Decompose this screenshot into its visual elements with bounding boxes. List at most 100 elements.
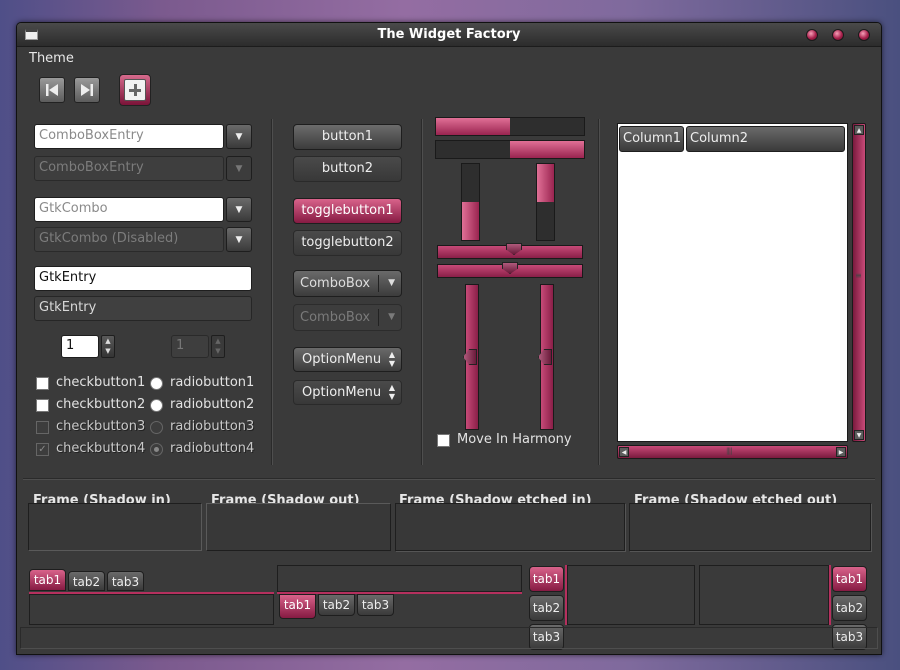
scroll-grip-icon: ≡ [855, 271, 862, 280]
notebook2-tab1[interactable]: tab1 [279, 594, 316, 619]
notebook1-tab2[interactable]: tab2 [68, 571, 105, 591]
slider-handle[interactable] [463, 349, 477, 365]
tree-view[interactable]: Column1 Column2 [617, 123, 848, 442]
scroll-down-icon[interactable]: ▼ [854, 430, 864, 440]
notebook4-tab2[interactable]: tab2 [832, 595, 867, 621]
move-in-harmony-checkbox[interactable] [437, 434, 450, 447]
notebook4-page [699, 565, 829, 625]
chevron-up-icon: ▲ [105, 336, 111, 345]
notebook1-tab3[interactable]: tab3 [107, 571, 144, 591]
spinbutton-input[interactable]: 1 [61, 335, 99, 358]
add-button[interactable] [119, 74, 151, 106]
column-header-2[interactable]: Column2 [686, 126, 845, 152]
notebook2-tab3[interactable]: tab3 [357, 594, 394, 616]
menu-theme[interactable]: Theme [29, 51, 74, 66]
progressbar-vertical-2 [536, 163, 555, 241]
vscale-2[interactable] [538, 284, 554, 430]
progressbar-horizontal-1 [435, 117, 585, 136]
radio-4-label: radiobutton4 [170, 441, 255, 456]
progress-fill [462, 202, 479, 240]
checkbox-4-disabled-checked: ✓ [36, 443, 49, 456]
scroll-right-icon[interactable]: ▶ [836, 447, 846, 457]
chevron-up-icon: ▲ [215, 336, 221, 345]
slider-handle[interactable] [538, 349, 552, 365]
skip-last-button[interactable] [74, 77, 100, 103]
combobox[interactable]: ComboBox ▼ [293, 270, 402, 297]
notebook1-page [29, 594, 274, 625]
radio-3-label: radiobutton3 [170, 419, 255, 434]
scroll-up-icon[interactable]: ▲ [854, 125, 864, 135]
separator [598, 119, 600, 465]
optionmenu-2[interactable]: OptionMenu ▲ ▼ [293, 380, 402, 405]
radio-1-label: radiobutton1 [170, 375, 255, 390]
comboboxentry-dropdown-button[interactable]: ▼ [226, 124, 252, 149]
togglebutton2[interactable]: togglebutton2 [293, 230, 402, 256]
comboboxentry-input[interactable]: ComboBoxEntry [34, 124, 224, 149]
frame-shadow-out [206, 503, 391, 551]
notebook1-tab1[interactable]: tab1 [29, 569, 66, 591]
notebook4-tab1[interactable]: tab1 [832, 566, 867, 592]
check-icon: ✓ [38, 444, 47, 455]
gtkentry-readonly-input[interactable]: GtkEntry [34, 296, 252, 321]
horizontal-scrollbar[interactable]: ◀ |||| ▶ [617, 445, 848, 459]
progress-fill [436, 118, 510, 135]
optionmenu[interactable]: OptionMenu ▲ ▼ [293, 347, 402, 372]
notebook3-page [567, 565, 695, 625]
column-header-1[interactable]: Column1 [619, 126, 684, 152]
close-button[interactable] [858, 29, 870, 41]
status-bar [20, 627, 878, 649]
skip-first-icon [46, 84, 58, 96]
vertical-scrollbar[interactable]: ▲ ≡ ▼ [852, 123, 866, 442]
button1[interactable]: button1 [293, 124, 402, 150]
title-bar[interactable]: The Widget Factory [17, 23, 881, 47]
gtkcombo-dropdown-button[interactable]: ▼ [226, 197, 252, 222]
separator [271, 119, 273, 465]
slider-handle[interactable] [506, 243, 522, 255]
minimize-button[interactable] [806, 29, 818, 41]
checkbox-2[interactable] [36, 399, 49, 412]
radio-2[interactable] [150, 399, 163, 412]
gtkcombo-disabled-dropdown: ▼ [226, 227, 252, 252]
combobox-value: ComboBox [300, 310, 371, 325]
spinbutton-arrows[interactable]: ▲ ▼ [101, 335, 115, 358]
combobox-divider [378, 309, 379, 326]
up-down-arrows-icon: ▲ ▼ [388, 383, 395, 401]
comboboxentry-disabled-dropdown: ▼ [226, 156, 252, 181]
spinbutton-disabled-input: 1 [171, 335, 209, 358]
chevron-down-icon: ▼ [105, 347, 111, 356]
frame-shadow-in [28, 503, 202, 551]
radio-1[interactable] [150, 377, 163, 390]
skip-first-button[interactable] [39, 77, 65, 103]
chevron-down-icon: ▼ [215, 347, 221, 356]
hscale-2[interactable] [437, 262, 583, 278]
hscale-1[interactable] [437, 243, 583, 259]
up-down-arrows-icon: ▲ ▼ [388, 350, 395, 368]
checkbox-4-label: checkbutton4 [56, 441, 146, 456]
combobox-divider [378, 275, 379, 292]
button2[interactable]: button2 [293, 156, 402, 182]
optionmenu-value: OptionMenu [302, 385, 382, 400]
gtkcombo-input[interactable]: GtkCombo [34, 197, 224, 222]
notebook2-page [277, 565, 522, 592]
combobox-disabled: ComboBox ▼ [293, 304, 402, 331]
gtkentry-input[interactable]: GtkEntry [34, 266, 252, 291]
checkbox-1[interactable] [36, 377, 49, 390]
scroll-grip-icon: |||| [726, 447, 733, 455]
optionmenu-value: OptionMenu [302, 352, 382, 367]
progress-fill [537, 164, 554, 202]
spinbutton-disabled-arrows: ▲ ▼ [211, 335, 225, 358]
chevron-down-icon: ▼ [388, 278, 395, 288]
vscale-1[interactable] [463, 284, 479, 430]
main-window: The Widget Factory Theme ComboBoxEntry ▼… [16, 22, 882, 655]
scroll-left-icon[interactable]: ◀ [619, 447, 629, 457]
toolbar [17, 69, 881, 111]
notebook3-tab2[interactable]: tab2 [529, 595, 564, 621]
chevron-down-icon: ▼ [388, 312, 395, 322]
notebook2-tab2[interactable]: tab2 [318, 594, 355, 616]
slider-handle[interactable] [502, 262, 518, 274]
notebook4-tab-line [829, 565, 831, 625]
notebook3-tab1[interactable]: tab1 [529, 566, 564, 592]
togglebutton1-active[interactable]: togglebutton1 [293, 198, 402, 224]
maximize-button[interactable] [832, 29, 844, 41]
window-title: The Widget Factory [377, 27, 521, 42]
